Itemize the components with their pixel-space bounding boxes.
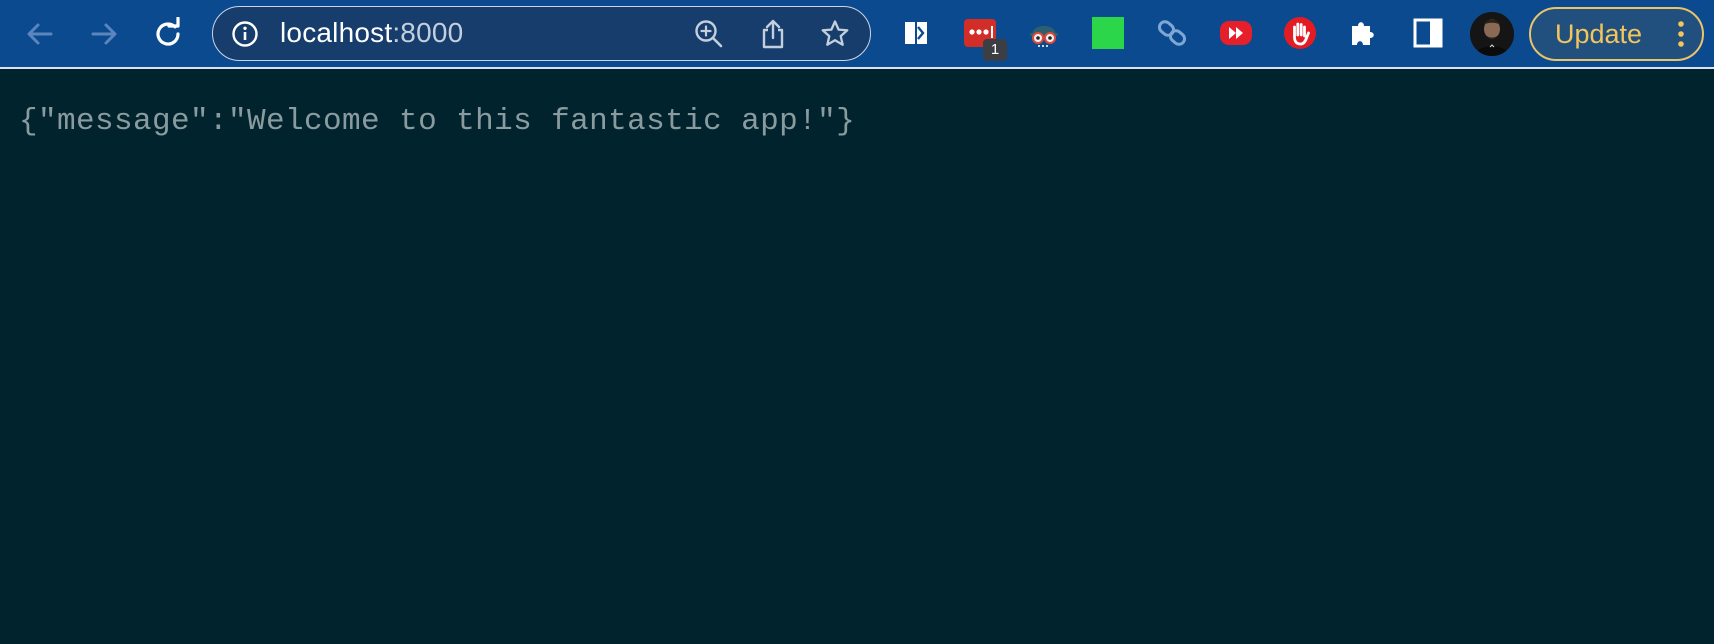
reload-icon — [156, 17, 180, 46]
share-icon[interactable] — [757, 18, 789, 50]
url-text[interactable]: localhost:8000 — [280, 7, 463, 59]
hand-stop-extension-icon[interactable] — [1282, 15, 1318, 51]
star-icon[interactable] — [819, 18, 851, 50]
back-button[interactable] — [20, 14, 60, 54]
zoom-icon[interactable] — [693, 18, 725, 50]
kebab-menu-icon[interactable] — [1671, 19, 1691, 49]
extension-badge: 1 — [983, 39, 1007, 61]
url-port: :8000 — [392, 17, 464, 48]
puzzle-extensions-icon[interactable] — [1346, 15, 1382, 51]
spy-extension-icon[interactable] — [1026, 15, 1062, 51]
profile-photo — [1470, 12, 1514, 56]
browser-toolbar: localhost:8000 1 Update — [0, 0, 1714, 69]
address-bar[interactable]: localhost:8000 — [212, 6, 871, 61]
profile-avatar[interactable] — [1470, 12, 1514, 56]
update-button[interactable]: Update — [1529, 7, 1704, 61]
json-response-text: {"message":"Welcome to this fantastic ap… — [19, 104, 856, 139]
forward-button[interactable] — [84, 14, 124, 54]
reader-extension-icon[interactable] — [898, 15, 934, 51]
arrow-right-icon — [91, 23, 117, 45]
green-square-extension-icon[interactable] — [1090, 15, 1126, 51]
update-label: Update — [1555, 19, 1643, 49]
video-speed-extension-icon[interactable] — [1218, 15, 1254, 51]
link-extension-icon[interactable] — [1154, 15, 1190, 51]
side-panel-icon[interactable] — [1410, 15, 1446, 51]
reload-button[interactable] — [148, 14, 188, 54]
info-icon[interactable] — [231, 20, 259, 48]
arrow-left-icon — [27, 23, 53, 45]
url-host: localhost — [280, 17, 393, 48]
